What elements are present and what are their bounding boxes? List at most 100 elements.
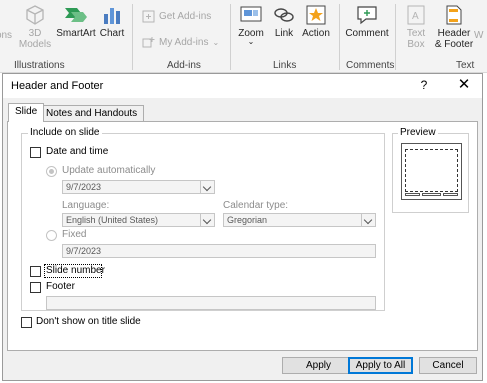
link-icon — [274, 8, 294, 22]
svg-text:A: A — [412, 11, 419, 22]
dont-show-title-checkbox[interactable] — [21, 317, 32, 328]
footer-label: Footer — [46, 281, 75, 292]
tab-notes-handouts[interactable]: Notes and Handouts — [39, 105, 145, 122]
slide-edge — [483, 73, 487, 383]
get-addins-label: Get Add-ins — [159, 11, 212, 22]
preview-number-placeholder — [443, 193, 458, 196]
group-label-text: Text — [456, 60, 475, 71]
close-button[interactable]: ✕ — [456, 77, 472, 93]
header-footer-dialog: Header and Footer ? ✕ Slide Notes and Ha… — [2, 73, 483, 381]
chart-button[interactable]: Chart — [98, 4, 126, 39]
star-icon — [306, 5, 326, 25]
text-box-icon: A — [407, 5, 425, 25]
slide-number-checkbox[interactable] — [30, 266, 41, 277]
my-addins-button[interactable]: My Add-ins ⌄ — [142, 36, 219, 49]
date-time-label: Date and time — [46, 146, 109, 157]
text-box-button[interactable]: A Text Box — [402, 4, 430, 50]
fixed-date-value: 9/7/2023 — [66, 246, 102, 256]
store-icon — [142, 10, 155, 23]
fixed-radio[interactable] — [46, 230, 57, 241]
group-label-illustrations: Illustrations — [14, 60, 65, 71]
smartart-icon — [65, 8, 87, 22]
cancel-button-label: Cancel — [432, 360, 464, 371]
tab-notes-label: Notes and Handouts — [46, 108, 138, 119]
language-value: English (United States) — [66, 215, 159, 225]
date-time-checkbox[interactable] — [30, 147, 41, 158]
header-footer-button[interactable]: Header & Footer — [434, 4, 474, 50]
calendar-type-label: Calendar type: — [223, 200, 289, 211]
preview-group: Preview — [392, 127, 469, 213]
tab-slide-label: Slide — [15, 106, 38, 117]
slide-number-label: Slide number — [46, 265, 105, 276]
bar-chart-icon — [104, 8, 120, 24]
tab-slide[interactable]: Slide — [8, 103, 45, 122]
group-label-comments: Comments — [346, 60, 395, 71]
preview-label: Preview — [398, 127, 438, 138]
comment-button[interactable]: Comment — [344, 4, 390, 39]
group-label-addins: Add-ins — [167, 60, 201, 71]
cancel-button[interactable]: Cancel — [419, 357, 477, 374]
preview-placeholder-area — [405, 149, 458, 192]
header-footer-icon — [446, 5, 462, 25]
text-box-label: Text Box — [406, 28, 426, 50]
action-button[interactable]: Action — [300, 4, 332, 39]
update-automatically-label: Update automatically — [62, 165, 156, 176]
include-on-slide-group: Include on slide Date and time Update au… — [21, 127, 385, 311]
header-footer-label: Header & Footer — [434, 28, 474, 50]
wordart-label: W — [474, 30, 484, 41]
cube-icon — [26, 5, 44, 25]
calendar-type-value: Gregorian — [227, 215, 268, 225]
wordart-button[interactable]: W — [474, 30, 487, 41]
action-label: Action — [302, 28, 330, 39]
smartart-label: SmartArt — [56, 28, 96, 39]
chevron-down-icon — [200, 181, 214, 193]
ribbon-separator — [339, 4, 340, 70]
smartart-button[interactable]: SmartArt — [56, 4, 96, 39]
update-automatically-radio[interactable] — [46, 166, 57, 177]
ribbon-separator — [395, 4, 396, 70]
icons-button[interactable]: ons — [0, 30, 14, 41]
dialog-title: Header and Footer — [11, 80, 104, 92]
chevron-down-icon: ⌄ — [247, 37, 255, 46]
dialog-titlebar: Header and Footer ? ✕ — [3, 74, 482, 98]
date-format-value: 9/7/2023 — [66, 182, 102, 192]
footer-text-input[interactable] — [46, 296, 376, 310]
apply-button[interactable]: Apply — [282, 357, 355, 374]
date-format-select[interactable]: 9/7/2023 — [62, 180, 215, 194]
ribbon-separator — [230, 4, 231, 70]
footer-checkbox[interactable] — [30, 282, 41, 293]
include-group-label: Include on slide — [28, 127, 102, 138]
slide-tab-panel: Include on slide Date and time Update au… — [7, 121, 478, 351]
addins-icon — [142, 37, 155, 48]
apply-button-label: Apply — [305, 360, 331, 371]
link-button[interactable]: Link — [270, 4, 298, 39]
fixed-date-input[interactable]: 9/7/2023 — [62, 244, 376, 258]
calendar-type-select[interactable]: Gregorian — [223, 213, 376, 227]
ribbon: ons 3D Models SmartArt Chart Get Add-ins… — [0, 0, 487, 73]
get-addins-button[interactable]: Get Add-ins — [142, 10, 211, 23]
dont-show-title-label: Don't show on title slide — [36, 316, 141, 327]
ribbon-separator — [132, 4, 133, 70]
slide-preview — [401, 143, 462, 200]
help-button[interactable]: ? — [416, 78, 432, 94]
apply-to-all-button[interactable]: Apply to All — [348, 357, 413, 374]
icons-button-label: ons — [0, 30, 13, 41]
zoom-icon — [240, 6, 262, 22]
chevron-down-icon: ⌄ — [212, 38, 220, 47]
preview-date-placeholder — [405, 193, 420, 196]
group-label-links: Links — [273, 60, 297, 71]
3d-models-label: 3D Models — [18, 28, 52, 50]
chevron-down-icon — [200, 214, 214, 226]
3d-models-button[interactable]: 3D Models — [18, 4, 52, 50]
chart-label: Chart — [99, 28, 125, 39]
zoom-button[interactable]: Zoom ⌄ — [236, 4, 266, 46]
chevron-down-icon — [361, 214, 375, 226]
fixed-label: Fixed — [62, 229, 87, 240]
comment-icon — [357, 6, 377, 25]
comment-label: Comment — [345, 28, 389, 39]
preview-footer-placeholder — [422, 193, 441, 196]
apply-to-all-label: Apply to All — [355, 360, 406, 371]
my-addins-label: My Add-ins — [159, 37, 209, 48]
link-label: Link — [274, 28, 294, 39]
language-select[interactable]: English (United States) — [62, 213, 215, 227]
